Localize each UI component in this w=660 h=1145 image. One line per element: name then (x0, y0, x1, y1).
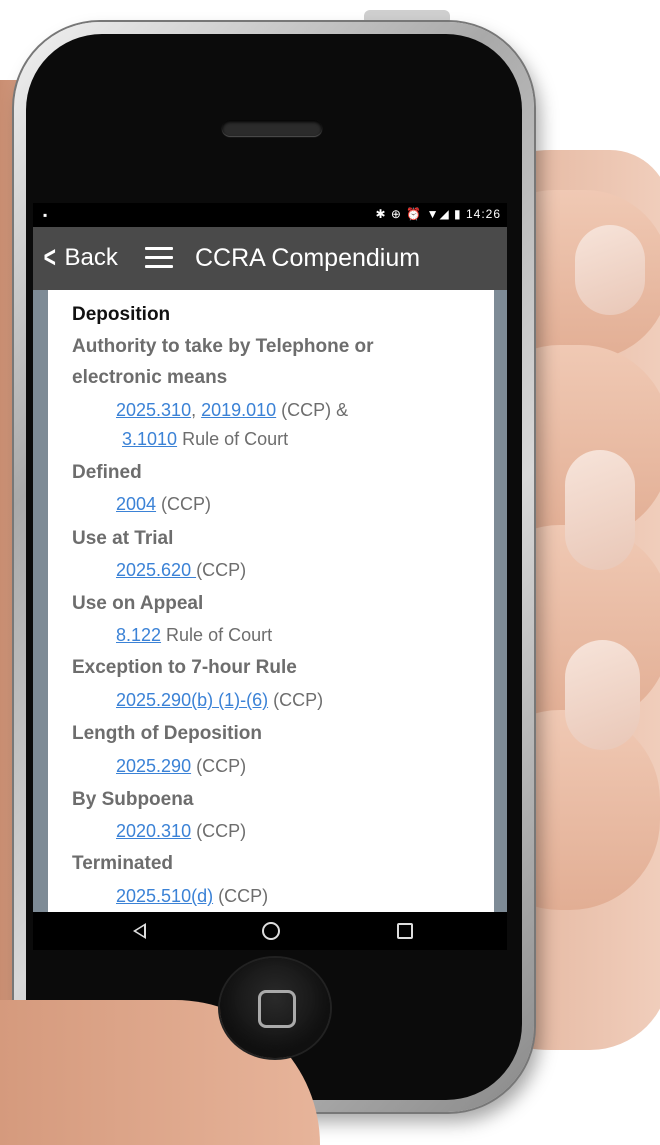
reference-line: 2025.510(d) (CCP) (116, 886, 269, 906)
hamburger-menu-icon[interactable] (145, 247, 173, 269)
nav-home-icon[interactable] (260, 920, 282, 942)
rule-link[interactable]: 8.122 (116, 625, 161, 645)
status-bar: ▪ ✱ ⊕ ⏰ ▼◢ ▮ 14:26 (33, 203, 507, 227)
reference-line: 2025.290(b) (1)-(6) (CCP) (116, 690, 324, 710)
entry-title: Defined (72, 462, 142, 483)
reference-line: 3.1010 Rule of Court (122, 429, 289, 449)
content-panel: Deposition Authority to take by Telephon… (48, 290, 494, 912)
code-link[interactable]: 2025.620 (116, 560, 196, 580)
android-nav-bar (33, 912, 507, 950)
app-bar: < Back CCRA Compendium (33, 227, 507, 290)
code-link[interactable]: 2019.010 (201, 400, 276, 420)
nav-recents-icon[interactable] (394, 920, 416, 942)
code-link[interactable]: 2004 (116, 494, 156, 514)
entry-title: Use at Trial (72, 528, 174, 549)
reference-line: 2025.290 (CCP) (116, 756, 247, 776)
entry-title: Length of Deposition (72, 723, 262, 744)
nav-back-icon[interactable] (130, 920, 152, 942)
entry-title: electronic means (72, 367, 228, 388)
status-time: 14:26 (465, 207, 501, 221)
reference-line: 2020.310 (CCP) (116, 821, 247, 841)
back-label: Back (64, 244, 118, 271)
code-link[interactable]: 2025.510(d) (116, 886, 213, 906)
reference-line: 2004 (CCP) (116, 494, 212, 514)
entry-title: Terminated (72, 853, 174, 874)
chevron-left-icon: < (43, 241, 56, 274)
phone-screen: ▪ ✱ ⊕ ⏰ ▼◢ ▮ 14:26 < Back CCRA Compendiu… (33, 203, 507, 912)
code-link[interactable]: 2025.290(b) (1)-(6) (116, 690, 268, 710)
status-icons: ✱ ⊕ ⏰ ▼◢ ▮ (375, 207, 462, 221)
fingernail (565, 450, 635, 570)
code-link[interactable]: 2025.290 (116, 756, 191, 776)
reference-line: 2025.620 (CCP) (116, 560, 247, 580)
code-link[interactable]: 2020.310 (116, 821, 191, 841)
reference-line: 8.122 Rule of Court (116, 625, 273, 645)
entry-title: Authority to take by Telephone or (72, 336, 374, 357)
notification-icon: ▪ (43, 208, 48, 222)
entry-title: By Subpoena (72, 789, 194, 810)
entry-title: Exception to 7-hour Rule (72, 657, 297, 678)
rule-link[interactable]: 3.1010 (122, 429, 177, 449)
code-link[interactable]: 2025.310 (116, 400, 191, 420)
app-title: CCRA Compendium (195, 244, 421, 272)
entry-title: Use on Appeal (72, 593, 204, 614)
fingernail (565, 640, 640, 750)
back-button[interactable]: < Back (41, 241, 118, 274)
home-button (220, 958, 330, 1058)
section-heading: Deposition (72, 304, 171, 325)
earpiece (222, 120, 322, 136)
fingernail (575, 225, 645, 315)
reference-line: 2025.310, 2019.010 (CCP) & (116, 400, 349, 420)
